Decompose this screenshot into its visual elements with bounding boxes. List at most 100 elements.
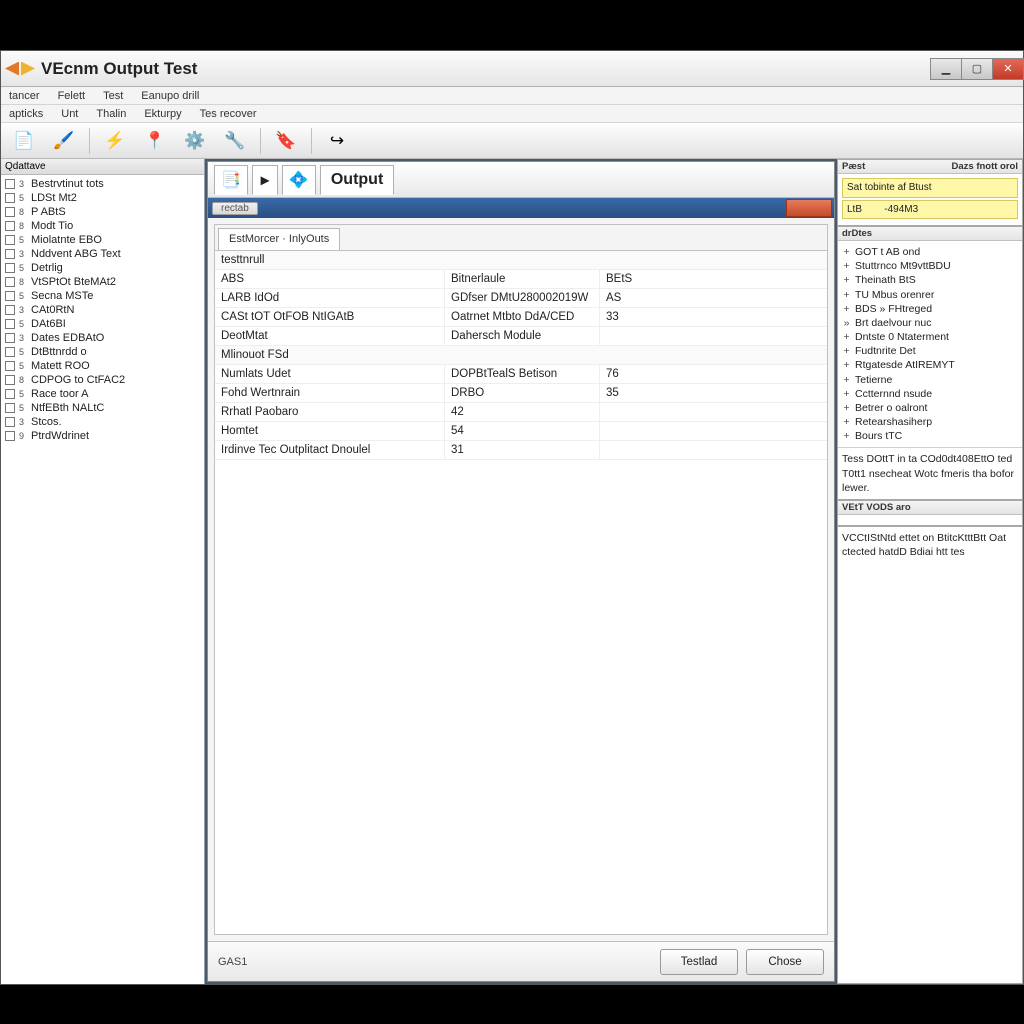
tree-item[interactable]: 8VtSPtOt BteMAt2: [1, 275, 204, 289]
dialog-tab-icon-3[interactable]: 💠: [282, 165, 316, 195]
test-button[interactable]: Testlad: [660, 949, 738, 975]
menu-item[interactable]: Thalin: [96, 108, 126, 120]
grid-row[interactable]: Numlats UdetDOPBtTealS Betison76: [215, 365, 827, 384]
panel-tree-body[interactable]: +GOT t AB ond+Stuttrnco Mt9vttBDU+Theina…: [838, 241, 1022, 447]
tree-item[interactable]: 9PtrdWdrinet: [1, 429, 204, 443]
tree-checkbox[interactable]: [5, 375, 15, 385]
tree-item[interactable]: 3CAt0RtN: [1, 303, 204, 317]
tree-item[interactable]: 5Detrlig: [1, 261, 204, 275]
tree-item[interactable]: 5Miolatnte EBO: [1, 233, 204, 247]
grid-row[interactable]: Rrhatl Paobaro42: [215, 403, 827, 422]
tree-checkbox[interactable]: [5, 291, 15, 301]
expand-icon[interactable]: +: [842, 415, 851, 429]
expand-icon[interactable]: +: [842, 373, 851, 387]
expand-icon[interactable]: +: [842, 429, 851, 443]
tree-item[interactable]: 3Stcos.: [1, 415, 204, 429]
tree-checkbox[interactable]: [5, 179, 15, 189]
panel-tree-item[interactable]: +Stuttrnco Mt9vttBDU: [842, 259, 1018, 273]
menu-item[interactable]: Tes recover: [200, 108, 257, 120]
panel-tree-item[interactable]: +Fudtnrite Det: [842, 344, 1018, 358]
panel-tree-item[interactable]: +TU Mbus orenrer: [842, 288, 1018, 302]
subbar-close-button[interactable]: [786, 199, 832, 217]
panel-tree-item[interactable]: +Rtgatesde AtIREMYT: [842, 358, 1018, 372]
tree-item[interactable]: 5Secna MSTe: [1, 289, 204, 303]
panel-tree-item[interactable]: +Dntste 0 Ntaterment: [842, 330, 1018, 344]
tree-checkbox[interactable]: [5, 221, 15, 231]
menu-item[interactable]: Eanupo drill: [141, 90, 199, 102]
subbar-chip[interactable]: rectab: [212, 202, 258, 215]
dialog-tab-output[interactable]: Output: [320, 165, 394, 195]
module-tree[interactable]: 3Bestrvtinut tots5LDSt Mt28P ABtS8Modt T…: [1, 175, 204, 984]
tree-checkbox[interactable]: [5, 403, 15, 413]
tree-item[interactable]: 5Matett ROO: [1, 359, 204, 373]
panel-tree-item[interactable]: +Betrer o oalront: [842, 401, 1018, 415]
panel-tree-item[interactable]: +Cctternnd nsude: [842, 387, 1018, 401]
panel-tree-item[interactable]: »Brt daelvour nuc: [842, 316, 1018, 330]
maximize-button[interactable]: ▢: [961, 58, 993, 80]
expand-icon[interactable]: +: [842, 330, 851, 344]
menu-item[interactable]: tancer: [9, 90, 40, 102]
panel-tree-item[interactable]: +GOT t AB ond: [842, 245, 1018, 259]
tree-item[interactable]: 3Dates EDBAtO: [1, 331, 204, 345]
tree-item[interactable]: 8P ABtS: [1, 205, 204, 219]
tree-checkbox[interactable]: [5, 319, 15, 329]
grid-row[interactable]: LARB IdOdGDfser DMtU280002019WAS: [215, 289, 827, 308]
panel-tree-item[interactable]: +Retearshasiherp: [842, 415, 1018, 429]
expand-icon[interactable]: +: [842, 288, 851, 302]
tree-checkbox[interactable]: [5, 277, 15, 287]
minimize-button[interactable]: ▁: [930, 58, 962, 80]
toolbar-tag-button[interactable]: 🔖: [267, 126, 305, 156]
tree-checkbox[interactable]: [5, 207, 15, 217]
panel-tree-item[interactable]: +Bours tTC: [842, 429, 1018, 443]
tree-checkbox[interactable]: [5, 235, 15, 245]
tree-checkbox[interactable]: [5, 361, 15, 371]
tree-checkbox[interactable]: [5, 249, 15, 259]
dialog-tab-icon-1[interactable]: 📑: [214, 165, 248, 195]
panel-tree-item[interactable]: +BDS » FHtreged: [842, 302, 1018, 316]
tree-item[interactable]: 8Modt Tio: [1, 219, 204, 233]
tree-checkbox[interactable]: [5, 347, 15, 357]
menu-item[interactable]: Test: [103, 90, 123, 102]
toolbar-pin-button[interactable]: 📍: [136, 126, 174, 156]
toolbar-document-button[interactable]: 📄: [5, 126, 43, 156]
toolbar-bolt-button[interactable]: ⚡: [96, 126, 134, 156]
toolbar-wrench-button[interactable]: 🔧: [216, 126, 254, 156]
expand-icon[interactable]: +: [842, 259, 851, 273]
menu-item[interactable]: apticks: [9, 108, 43, 120]
expand-icon[interactable]: +: [842, 302, 851, 316]
expand-icon[interactable]: +: [842, 273, 851, 287]
expand-icon[interactable]: +: [842, 387, 851, 401]
tree-checkbox[interactable]: [5, 389, 15, 399]
tree-item[interactable]: 8CDPOG to CtFAC2: [1, 373, 204, 387]
grid-row[interactable]: Irdinve Tec Outplitact Dnoulel31: [215, 441, 827, 460]
tree-item[interactable]: 5Race toor A: [1, 387, 204, 401]
tree-checkbox[interactable]: [5, 305, 15, 315]
dialog-tab-icon-2[interactable]: ▸: [252, 165, 278, 195]
inner-tab[interactable]: EstMorcer · InlyOuts: [218, 228, 340, 250]
grid-row[interactable]: Homtet54: [215, 422, 827, 441]
close-button[interactable]: ✕: [992, 58, 1024, 80]
panel-tree-item[interactable]: +Theinath BtS: [842, 273, 1018, 287]
expand-icon[interactable]: +: [842, 245, 851, 259]
tree-checkbox[interactable]: [5, 333, 15, 343]
panel-tree-item[interactable]: +Tetierne: [842, 373, 1018, 387]
tree-checkbox[interactable]: [5, 263, 15, 273]
expand-icon[interactable]: +: [842, 344, 851, 358]
tree-item[interactable]: 3Bestrvtinut tots: [1, 177, 204, 191]
toolbar-gear-button[interactable]: ⚙️: [176, 126, 214, 156]
close-dialog-button[interactable]: Chose: [746, 949, 824, 975]
expand-icon[interactable]: +: [842, 358, 851, 372]
grid-row[interactable]: Fohd WertnrainDRBO35: [215, 384, 827, 403]
grid-row[interactable]: DeotMtatDahersch Module: [215, 327, 827, 346]
expand-icon[interactable]: +: [842, 401, 851, 415]
grid-row[interactable]: CASt tOT OtFOB NtIGAtBOatrnet Mtbto DdA/…: [215, 308, 827, 327]
tree-checkbox[interactable]: [5, 431, 15, 441]
tree-item[interactable]: 5DAt6BI: [1, 317, 204, 331]
tree-checkbox[interactable]: [5, 193, 15, 203]
menu-item[interactable]: Felett: [58, 90, 86, 102]
expand-icon[interactable]: »: [842, 316, 851, 330]
menu-item[interactable]: Unt: [61, 108, 78, 120]
tree-item[interactable]: 5DtBttnrdd o: [1, 345, 204, 359]
tree-checkbox[interactable]: [5, 417, 15, 427]
menu-item[interactable]: Ekturpy: [144, 108, 181, 120]
